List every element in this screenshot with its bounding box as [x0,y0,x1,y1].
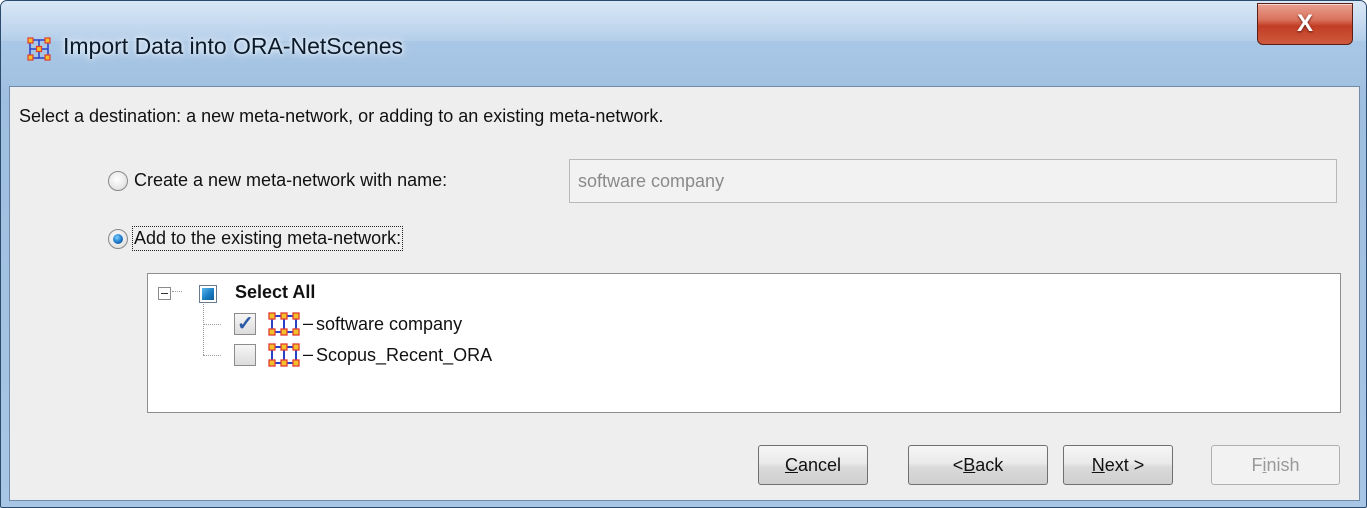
tree-item[interactable]: – Scopus_Recent_ORA [148,340,1340,370]
close-button[interactable]: X [1257,3,1353,45]
ora-app-icon [27,37,51,61]
dialog-content: Select a destination: a new meta-network… [9,86,1360,501]
meta-network-name-field[interactable] [569,159,1337,203]
tree-item-dash: – [303,344,314,364]
next-button[interactable]: Next > [1063,445,1173,485]
add-existing-radio[interactable] [108,228,128,249]
meta-network-icon [268,343,300,367]
close-icon: X [1296,10,1313,37]
tree-item[interactable]: ✓ – software company [148,309,1340,339]
window-title: Import Data into ORA-NetScenes [63,33,404,59]
meta-network-tree[interactable]: Select All ✓ – software company – Scopus… [147,273,1341,413]
tree-item-label: software company [316,314,463,334]
import-dialog-window: Import Data into ORA-NetScenes X Select … [0,0,1367,508]
select-all-label: Select All [235,282,316,302]
software-company-checkbox[interactable]: ✓ [234,313,256,335]
add-existing-label: Add to the existing meta-network: [131,226,404,251]
finish-button[interactable]: Fi nish [1211,445,1340,485]
instruction-text: Select a destination: a new meta-network… [19,106,664,126]
tree-root-select-all[interactable]: Select All [148,276,1340,306]
create-new-option[interactable]: Create a new meta-network with name: [108,170,447,191]
title-bar[interactable]: Import Data into ORA-NetScenes X [1,1,1366,86]
tree-item-label: Scopus_Recent_ORA [316,345,493,365]
select-all-checkbox[interactable] [199,285,217,303]
meta-network-icon [268,312,300,336]
check-mark-icon: ✓ [237,313,254,335]
add-existing-option[interactable]: Add to the existing meta-network: [108,226,404,251]
tree-item-dash: – [303,313,314,333]
create-new-label: Create a new meta-network with name: [134,170,448,190]
scopus-recent-ora-checkbox[interactable] [234,344,256,366]
create-new-radio[interactable] [108,170,128,191]
back-button[interactable]: < Back [908,445,1048,485]
cancel-button[interactable]: Cancel [758,445,868,485]
collapse-icon[interactable] [158,287,171,300]
